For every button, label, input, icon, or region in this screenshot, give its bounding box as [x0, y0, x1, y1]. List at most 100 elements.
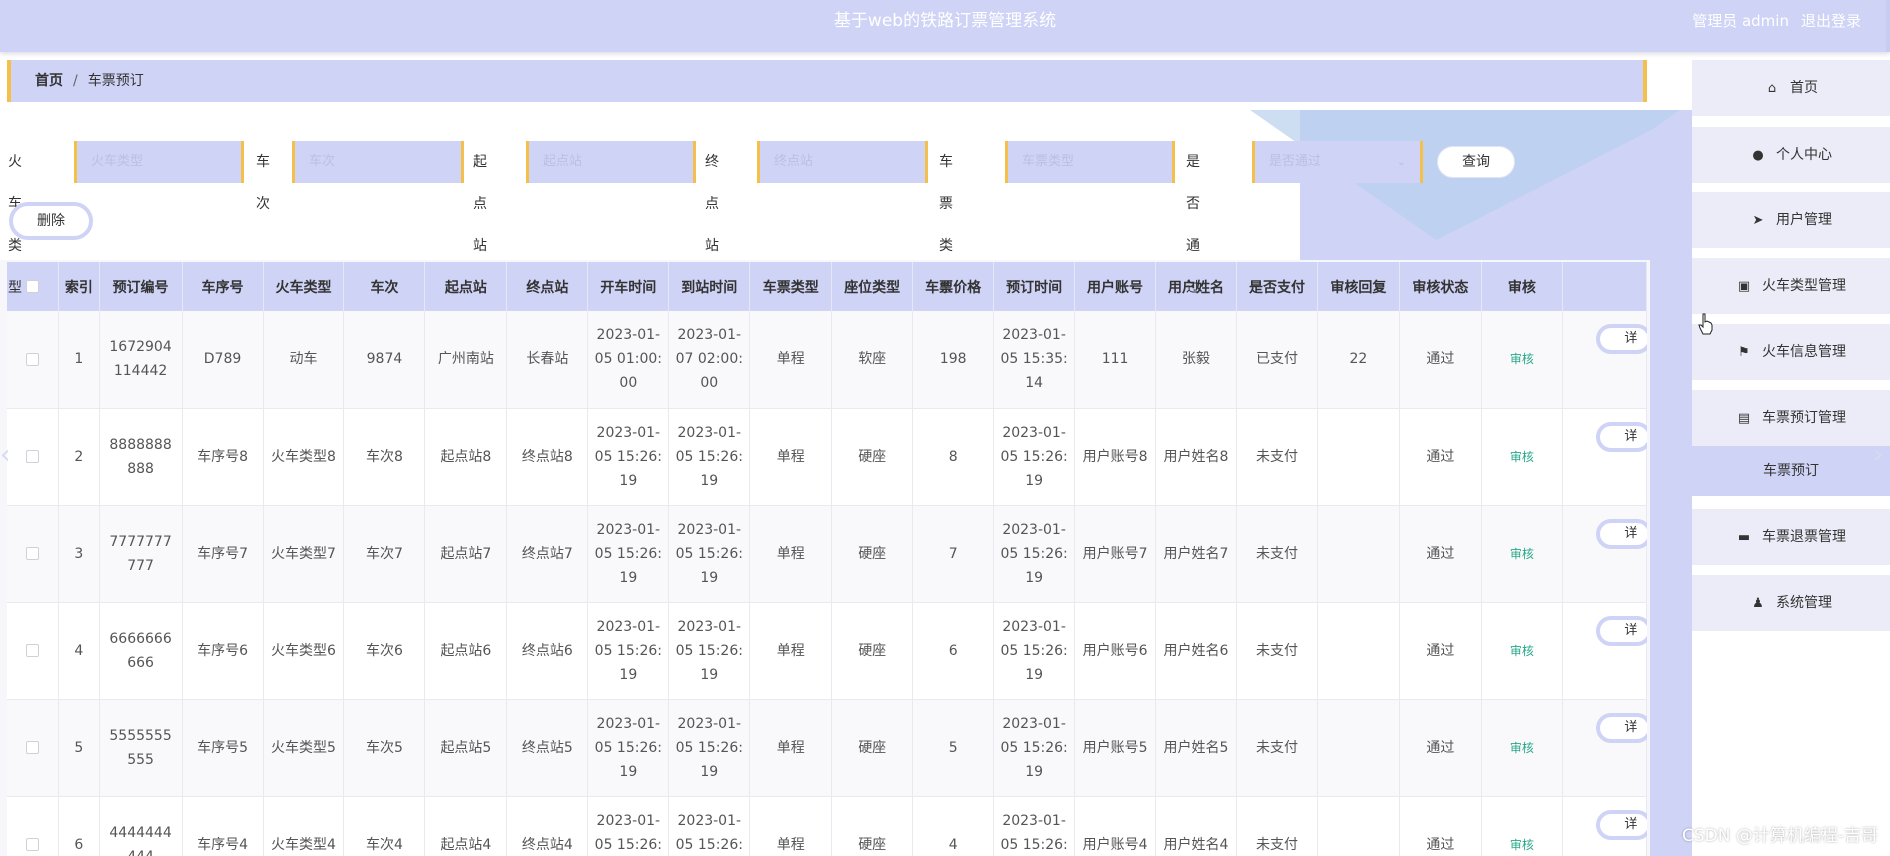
- column-header: 车序号: [182, 262, 264, 311]
- audit-link[interactable]: 审核: [1510, 838, 1534, 852]
- sidebar-item-train-types[interactable]: ▣ 火车类型管理: [1692, 258, 1890, 314]
- sidebar-item-label: 首页: [1790, 80, 1818, 96]
- from-station-input[interactable]: 起点站: [526, 141, 696, 183]
- cell-arrive: 2023-01-07 02:00:00: [668, 311, 751, 409]
- table-row: 1 1672904114442 D789 动车 9874 广州南站 长春站 2023-01-0…: [7, 311, 1647, 409]
- sidebar-item-train-info[interactable]: ⚑ 火车信息管理: [1692, 324, 1890, 380]
- user-area: 管理员 admin 退出登录: [1692, 0, 1861, 42]
- row-checkbox[interactable]: [26, 838, 40, 851]
- column-header: 车票类型: [749, 262, 833, 311]
- logout-link[interactable]: 退出登录: [1801, 12, 1861, 30]
- cell-booking-no: 4444444444: [99, 796, 183, 856]
- query-button[interactable]: 查询: [1437, 146, 1515, 178]
- sidebar-item-label: 个人中心: [1776, 147, 1832, 163]
- row-select-cell[interactable]: [7, 311, 60, 409]
- cell-booked-at: 2023-01-05 15:26:19: [993, 408, 1076, 506]
- row-select-cell[interactable]: [7, 505, 60, 603]
- cell-booking-no: 8888888888: [99, 408, 183, 506]
- delete-button[interactable]: 删除: [9, 202, 93, 240]
- train-type-input[interactable]: 火车类型: [74, 141, 244, 183]
- cell-from: 广州南站: [424, 311, 508, 409]
- audit-link[interactable]: 审核: [1510, 352, 1534, 366]
- detail-button[interactable]: 详: [1596, 712, 1647, 743]
- audit-link[interactable]: 审核: [1510, 644, 1534, 658]
- audit-link[interactable]: 审核: [1510, 741, 1534, 755]
- train-no-input[interactable]: 车次: [292, 141, 464, 183]
- filter-label-train-no: 车次: [256, 154, 270, 212]
- table-header: 索引 预订编号 车序号 火车类型 车次 起点站 终点站 开车时间 到站时间 车票…: [7, 262, 1647, 311]
- breadcrumb-home[interactable]: 首页: [35, 73, 63, 89]
- row-checkbox[interactable]: [26, 547, 40, 560]
- cell-paid: 未支付: [1236, 796, 1318, 856]
- cell-operations: 详: [1562, 311, 1647, 409]
- approved-select[interactable]: 是否通过 ⌄: [1252, 141, 1423, 183]
- sidebar-item-users[interactable]: ➤ 用户管理: [1692, 192, 1890, 248]
- admin-icon: ♟: [1752, 596, 1764, 611]
- cell-status: 通过: [1399, 311, 1482, 409]
- ticket-type-input[interactable]: 车票类型: [1005, 141, 1175, 183]
- sidebar-item-refunds[interactable]: ▬ 车票退票管理: [1692, 509, 1890, 565]
- cell-status: 通过: [1399, 602, 1482, 700]
- cell-to: 终点站6: [506, 602, 589, 700]
- detail-button[interactable]: 详: [1596, 809, 1647, 840]
- cell-booking-no: 7777777777: [99, 505, 183, 603]
- detail-button[interactable]: 详: [1596, 518, 1647, 549]
- sidebar-item-home[interactable]: ⌂ 首页: [1692, 60, 1890, 116]
- cell-to: 终点站4: [506, 796, 589, 856]
- row-checkbox[interactable]: [26, 644, 40, 657]
- booking-table: 索引 预订编号 车序号 火车类型 车次 起点站 终点站 开车时间 到站时间 车票…: [7, 262, 1647, 856]
- row-select-cell[interactable]: [7, 408, 60, 506]
- column-header: 火车类型: [263, 262, 345, 311]
- ticket-icon: ▬: [1737, 530, 1751, 545]
- row-select-cell[interactable]: [7, 796, 60, 856]
- cell-arrive: 2023-01-05 15:26:19: [668, 505, 751, 603]
- row-checkbox[interactable]: [26, 352, 40, 366]
- cell-paid: 未支付: [1236, 408, 1318, 506]
- to-station-input[interactable]: 终点站: [757, 141, 928, 183]
- cell-status: 通过: [1399, 408, 1482, 506]
- cell-booked-at: 2023-01-05 15:26:19: [993, 699, 1076, 797]
- breadcrumb-separator: /: [73, 73, 78, 89]
- cell-reply: [1317, 408, 1400, 506]
- sidebar-item-system[interactable]: ♟ 系统管理: [1692, 575, 1890, 631]
- row-checkbox[interactable]: [26, 450, 40, 463]
- cell-train-no: 车次6: [343, 602, 426, 700]
- user-icon: ●: [1752, 148, 1764, 163]
- cell-car-no: 车序号7: [182, 505, 264, 603]
- cell-ticket-type: 单程: [749, 505, 833, 603]
- cell-arrive: 2023-01-05 15:26:19: [668, 408, 751, 506]
- audit-link[interactable]: 审核: [1510, 450, 1534, 464]
- row-checkbox[interactable]: [26, 741, 40, 754]
- filter-label-from: 起点站: [473, 154, 487, 254]
- cell-train-no: 车次7: [343, 505, 426, 603]
- sidebar-item-ticket-booking[interactable]: ▤ 车票预订管理: [1692, 390, 1890, 446]
- detail-button[interactable]: 详: [1596, 324, 1647, 355]
- cell-booked-at: 2023-01-05 15:26:19: [993, 602, 1076, 700]
- column-header: 预订时间: [993, 262, 1076, 311]
- cell-train-type: 火车类型8: [263, 408, 345, 506]
- cell-operations: 详: [1562, 796, 1647, 856]
- row-select-cell[interactable]: [7, 699, 60, 797]
- sidebar-subitem-booking[interactable]: 车票预订: [1692, 446, 1890, 496]
- filter-label-approved: 是否通过: [1186, 154, 1200, 296]
- chevron-right-icon: ›: [1873, 440, 1884, 470]
- cell-reply: 22: [1317, 311, 1400, 409]
- select-all-checkbox[interactable]: [26, 280, 40, 293]
- cell-arrive: 2023-01-05 15:26:19: [668, 796, 751, 856]
- cell-train-no: 车次5: [343, 699, 426, 797]
- current-user: 管理员 admin: [1692, 12, 1789, 30]
- cell-account: 用户账号5: [1074, 699, 1157, 797]
- hand-cursor-icon: [1698, 313, 1713, 335]
- cell-index: 1: [58, 311, 100, 409]
- approved-select-placeholder: 是否通过: [1269, 154, 1322, 169]
- cell-ticket-type: 单程: [749, 408, 833, 506]
- detail-button[interactable]: 详: [1596, 421, 1647, 452]
- cell-reply: [1317, 505, 1400, 603]
- detail-button[interactable]: 详: [1596, 615, 1647, 646]
- cell-index: 6: [58, 796, 100, 856]
- audit-link[interactable]: 审核: [1510, 547, 1534, 561]
- cell-booked-at: 2023-01-05 15:26:19: [993, 505, 1076, 603]
- cell-reply: [1317, 699, 1400, 797]
- row-select-cell[interactable]: [7, 602, 60, 700]
- sidebar-item-profile[interactable]: ● 个人中心: [1692, 127, 1890, 183]
